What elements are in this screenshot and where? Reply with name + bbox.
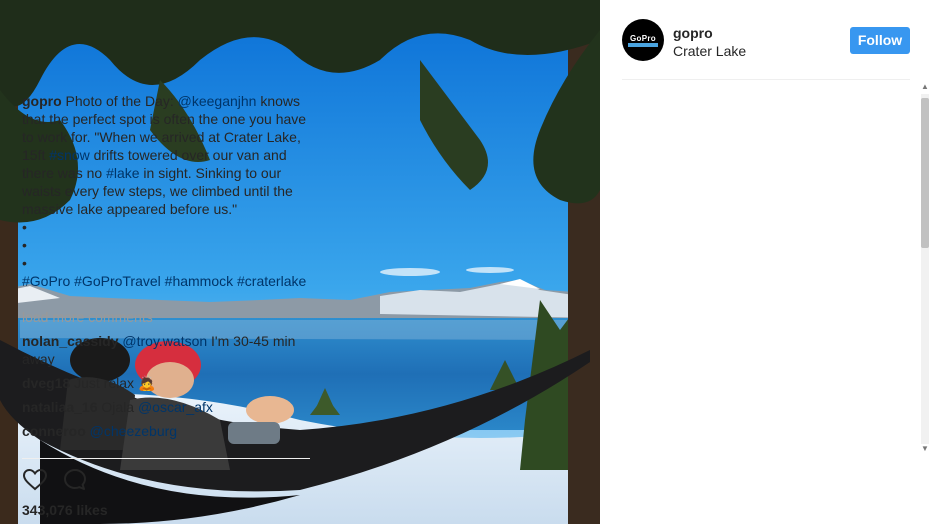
scroll-up-arrow-icon[interactable]: ▲ — [921, 82, 929, 91]
post-actions — [22, 467, 122, 497]
caption-text-1: Photo of the Day: — [61, 93, 178, 109]
caption-bullet: • — [22, 237, 27, 253]
comment-username[interactable]: conneroo — [22, 423, 86, 439]
comment-mention[interactable]: @oscar_afx — [138, 399, 213, 415]
caption-bullet: • — [22, 255, 27, 271]
comments-list[interactable]: gopro Photo of the Day: @keeganjhn knows… — [22, 92, 312, 458]
scroll-down-arrow-icon[interactable]: ▼ — [921, 444, 929, 453]
caption-username[interactable]: gopro — [22, 93, 62, 109]
comment-username[interactable]: nolan_cassidy — [22, 333, 119, 349]
location-link[interactable]: Crater Lake — [673, 43, 746, 59]
comment-mention[interactable]: @cheezeburg — [90, 423, 177, 439]
hashtag-snow[interactable]: #snow — [49, 147, 89, 163]
speech-bubble-icon[interactable] — [62, 467, 88, 493]
avatar[interactable]: GoPro — [622, 19, 664, 61]
comment-item: nolan_cassidy @troy.watson I'm 30-45 min… — [22, 332, 312, 368]
username-link[interactable]: gopro — [673, 25, 713, 41]
comment-mention[interactable]: @troy.watson — [122, 333, 207, 349]
hashtag-hammock[interactable]: #hammock — [165, 273, 233, 289]
caption: gopro Photo of the Day: @keeganjhn knows… — [22, 92, 312, 290]
logo-bar — [628, 43, 658, 47]
hashtag-lake[interactable]: #lake — [106, 165, 139, 181]
comment-username[interactable]: nataliaa_16 — [22, 399, 98, 415]
comment-item: nataliaa_16 Ojala @oscar_afx — [22, 398, 312, 416]
likes-count[interactable]: 343,076 likes — [22, 502, 108, 518]
divider — [22, 458, 310, 459]
caption-bullet: • — [22, 219, 27, 235]
hashtag-goprotravel[interactable]: #GoProTravel — [74, 273, 161, 289]
comment-text: Just relax 🙇 — [70, 375, 156, 391]
scroll-thumb[interactable] — [921, 98, 929, 248]
divider — [622, 79, 910, 80]
load-more-comments-link[interactable]: load more comments — [22, 308, 312, 326]
comment-username[interactable]: dveg18 — [22, 375, 70, 391]
comment-item: conneroo @cheezeburg — [22, 422, 312, 440]
hashtag-craterlake[interactable]: #craterlake — [237, 273, 306, 289]
post-sidebar: GoPro gopro Crater Lake Follow — [600, 0, 933, 524]
caption-mention[interactable]: @keeganjhn — [178, 93, 257, 109]
comments-scrollbar[interactable]: ▲ ▼ — [917, 80, 933, 458]
follow-button[interactable]: Follow — [850, 27, 910, 54]
heart-outline-icon[interactable] — [22, 467, 48, 493]
gopro-logo-icon: GoPro — [630, 34, 656, 43]
comment-text: Ojala — [97, 399, 138, 415]
hashtag-gopro[interactable]: #GoPro — [22, 273, 70, 289]
post-header: GoPro gopro Crater Lake Follow — [622, 19, 914, 63]
comment-item: dveg18 Just relax 🙇 — [22, 374, 312, 392]
